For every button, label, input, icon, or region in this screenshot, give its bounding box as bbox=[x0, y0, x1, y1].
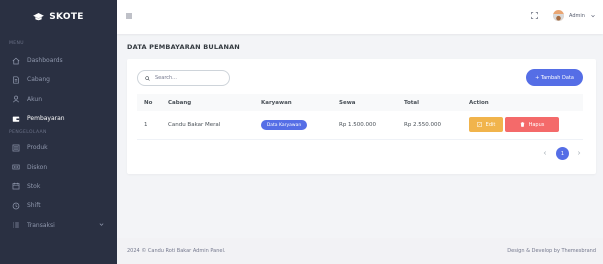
wallet-icon bbox=[10, 115, 21, 123]
graduation-cap-icon bbox=[33, 12, 45, 20]
chevron-down-icon bbox=[99, 222, 104, 229]
list-icon bbox=[10, 144, 21, 152]
sidebar-item-dashboards[interactable]: Dashboards bbox=[0, 51, 117, 70]
column-header-action: Action bbox=[469, 100, 489, 106]
brand-name: SKOTE bbox=[49, 12, 84, 22]
document-icon bbox=[10, 76, 21, 84]
column-header-karyawan: Karyawan bbox=[261, 100, 292, 106]
chevron-right-icon bbox=[577, 151, 581, 155]
cell-cabang: Candu Bakar Meral bbox=[168, 122, 221, 128]
edit-label: Edit bbox=[485, 121, 496, 128]
payments-card: + Tambah Data No Cabang Karyawan Sewa To… bbox=[127, 59, 596, 174]
footer-copyright: 2024 © Candu Roti Bakar Admin Panel. bbox=[127, 248, 226, 254]
chevron-down-icon[interactable] bbox=[591, 14, 595, 18]
clock-icon bbox=[10, 202, 21, 210]
section-title-pengelolaan: PENGELOLAAN bbox=[9, 130, 47, 136]
calendar-icon bbox=[10, 182, 21, 190]
sidebar: SKOTE MENU Dashboards Cabang Akun Pembay… bbox=[0, 0, 117, 264]
cell-no: 1 bbox=[144, 122, 148, 128]
sidebar-item-label: Shift bbox=[27, 202, 41, 210]
data-karyawan-button[interactable]: Data Karyawan bbox=[261, 120, 307, 130]
sidebar-item-transaksi[interactable]: Transaksi bbox=[0, 215, 117, 234]
pagination-next[interactable] bbox=[574, 148, 584, 158]
search-box[interactable] bbox=[137, 70, 230, 86]
pagination-prev[interactable] bbox=[540, 148, 550, 158]
page-title: DATA PEMBAYARAN BULANAN bbox=[127, 43, 240, 51]
footer-credit: Design & Develop by Themesbrand bbox=[507, 248, 596, 254]
fullscreen-icon[interactable] bbox=[531, 12, 538, 19]
edit-icon bbox=[476, 122, 482, 127]
column-header-total: Total bbox=[404, 100, 420, 106]
delete-label: Hapus bbox=[528, 121, 545, 128]
chevron-left-icon bbox=[543, 151, 547, 155]
sidebar-item-produk[interactable]: Produk bbox=[0, 138, 117, 157]
column-header-cabang: Cabang bbox=[168, 100, 192, 106]
brand-logo[interactable]: SKOTE bbox=[0, 0, 117, 34]
add-data-button[interactable]: + Tambah Data bbox=[526, 69, 583, 86]
table-header bbox=[137, 94, 583, 111]
cell-total: Rp 2.550.000 bbox=[404, 122, 442, 128]
sidebar-item-akun[interactable]: Akun bbox=[0, 90, 117, 109]
sidebar-item-label: Dashboards bbox=[27, 57, 63, 65]
username[interactable]: Admin bbox=[569, 13, 585, 19]
delete-button[interactable]: Hapus bbox=[505, 117, 559, 132]
search-input[interactable] bbox=[155, 75, 225, 81]
sidebar-item-label: Akun bbox=[27, 95, 42, 103]
sidebar-item-diskon[interactable]: Diskon bbox=[0, 157, 117, 176]
trash-icon bbox=[520, 122, 524, 127]
sidebar-item-label: Diskon bbox=[27, 163, 48, 171]
home-icon bbox=[10, 57, 21, 65]
sidebar-item-stok[interactable]: Stok bbox=[0, 177, 117, 196]
topbar: Admin bbox=[117, 0, 603, 34]
search-icon bbox=[145, 75, 150, 81]
sidebar-item-label: Stok bbox=[27, 182, 41, 190]
menu-toggle-icon[interactable] bbox=[126, 13, 132, 19]
pagination-page[interactable]: 1 bbox=[556, 147, 569, 160]
sidebar-item-label: Produk bbox=[27, 144, 48, 152]
edit-button[interactable]: Edit bbox=[469, 117, 503, 132]
avatar[interactable] bbox=[553, 10, 564, 21]
footer: 2024 © Candu Roti Bakar Admin Panel. Des… bbox=[117, 238, 603, 264]
sidebar-item-label: Transaksi bbox=[27, 221, 55, 229]
column-header-no: No bbox=[144, 100, 153, 106]
cell-sewa: Rp 1.500.000 bbox=[339, 122, 377, 128]
discount-icon bbox=[10, 163, 21, 171]
sidebar-item-cabang[interactable]: Cabang bbox=[0, 70, 117, 89]
sidebar-item-pembayaran[interactable]: Pembayaran bbox=[0, 109, 117, 128]
section-title-menu: MENU bbox=[9, 41, 24, 46]
sidebar-item-shift[interactable]: Shift bbox=[0, 196, 117, 215]
column-header-sewa: Sewa bbox=[339, 100, 356, 106]
user-icon bbox=[10, 95, 21, 103]
sidebar-item-label: Cabang bbox=[27, 76, 50, 84]
sidebar-item-label: Pembayaran bbox=[27, 115, 65, 123]
list-icon bbox=[10, 221, 21, 229]
